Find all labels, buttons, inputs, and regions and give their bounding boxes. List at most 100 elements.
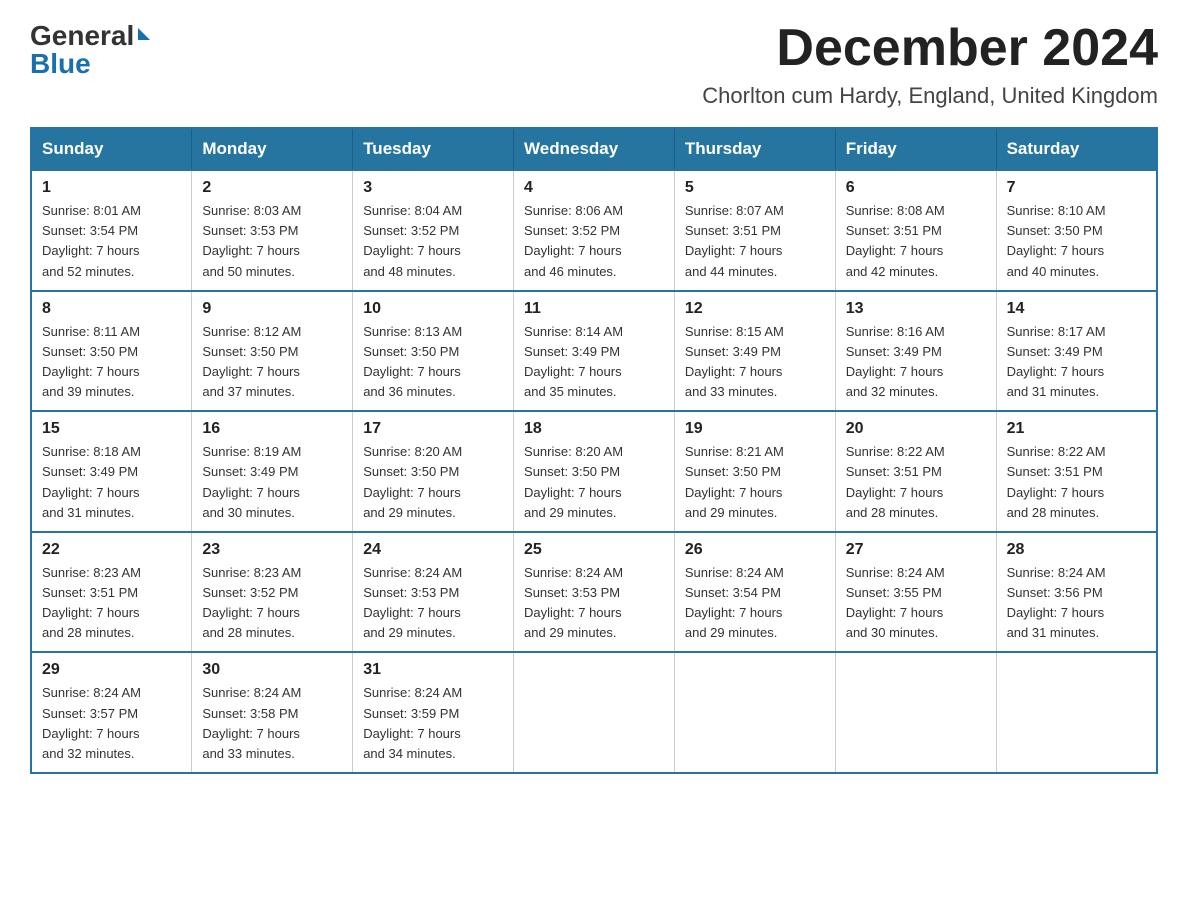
calendar-cell: 16 Sunrise: 8:19 AMSunset: 3:49 PMDayligh…	[192, 411, 353, 532]
calendar-cell: 6 Sunrise: 8:08 AMSunset: 3:51 PMDaylight…	[835, 170, 996, 291]
calendar-cell: 4 Sunrise: 8:06 AMSunset: 3:52 PMDaylight…	[514, 170, 675, 291]
day-number: 31	[363, 661, 503, 679]
calendar-cell: 27Sunrise: 8:24 AMSunset: 3:55 PMDayligh…	[835, 532, 996, 653]
day-number: 23	[202, 541, 342, 559]
day-number: 8	[42, 300, 181, 318]
day-number: 22	[42, 541, 181, 559]
day-number: 10	[363, 300, 503, 318]
day-number: 15	[42, 420, 181, 438]
day-info: Sunrise: 8:06 AMSunset: 3:52 PMDaylight:…	[524, 201, 664, 282]
calendar-cell: 14 Sunrise: 8:17 AMSunset: 3:49 PMDayligh…	[996, 291, 1157, 412]
day-number: 2	[202, 179, 342, 197]
day-number: 3	[363, 179, 503, 197]
day-info: Sunrise: 8:01 AMSunset: 3:54 PMDaylight:…	[42, 201, 181, 282]
day-info: Sunrise: 8:16 AMSunset: 3:49 PMDaylight:…	[846, 322, 986, 403]
day-number: 26	[685, 541, 825, 559]
day-number: 27	[846, 541, 986, 559]
day-number: 18	[524, 420, 664, 438]
calendar-cell: 13 Sunrise: 8:16 AMSunset: 3:49 PMDayligh…	[835, 291, 996, 412]
day-number: 16	[202, 420, 342, 438]
day-info: Sunrise: 8:20 AMSunset: 3:50 PMDaylight:…	[363, 442, 503, 523]
day-number: 7	[1007, 179, 1146, 197]
day-number: 4	[524, 179, 664, 197]
calendar-cell	[996, 652, 1157, 773]
column-header-saturday: Saturday	[996, 128, 1157, 170]
calendar-cell: 20Sunrise: 8:22 AMSunset: 3:51 PMDayligh…	[835, 411, 996, 532]
column-header-thursday: Thursday	[674, 128, 835, 170]
day-number: 5	[685, 179, 825, 197]
column-header-tuesday: Tuesday	[353, 128, 514, 170]
logo-triangle-icon	[138, 28, 150, 40]
day-number: 6	[846, 179, 986, 197]
day-number: 17	[363, 420, 503, 438]
calendar-cell	[835, 652, 996, 773]
calendar-cell: 7Sunrise: 8:10 AMSunset: 3:50 PMDaylight…	[996, 170, 1157, 291]
calendar-cell: 18 Sunrise: 8:20 AMSunset: 3:50 PMDayligh…	[514, 411, 675, 532]
day-info: Sunrise: 8:21 AMSunset: 3:50 PMDaylight:…	[685, 442, 825, 523]
calendar-cell: 19 Sunrise: 8:21 AMSunset: 3:50 PMDayligh…	[674, 411, 835, 532]
day-number: 24	[363, 541, 503, 559]
day-info: Sunrise: 8:08 AMSunset: 3:51 PMDaylight:…	[846, 201, 986, 282]
day-info: Sunrise: 8:24 AMSunset: 3:59 PMDaylight:…	[363, 683, 503, 764]
day-info: Sunrise: 8:24 AMSunset: 3:58 PMDaylight:…	[202, 683, 342, 764]
calendar-cell: 8 Sunrise: 8:11 AMSunset: 3:50 PMDaylight…	[31, 291, 192, 412]
calendar-cell: 23Sunrise: 8:23 AMSunset: 3:52 PMDayligh…	[192, 532, 353, 653]
title-area: December 2024 Chorlton cum Hardy, Englan…	[702, 20, 1158, 109]
calendar-header-row: SundayMondayTuesdayWednesdayThursdayFrid…	[31, 128, 1157, 170]
day-info: Sunrise: 8:20 AMSunset: 3:50 PMDaylight:…	[524, 442, 664, 523]
calendar-cell: 31 Sunrise: 8:24 AMSunset: 3:59 PMDayligh…	[353, 652, 514, 773]
calendar-week-row: 8 Sunrise: 8:11 AMSunset: 3:50 PMDaylight…	[31, 291, 1157, 412]
calendar-cell: 12Sunrise: 8:15 AMSunset: 3:49 PMDayligh…	[674, 291, 835, 412]
day-info: Sunrise: 8:19 AMSunset: 3:49 PMDaylight:…	[202, 442, 342, 523]
day-info: Sunrise: 8:15 AMSunset: 3:49 PMDaylight:…	[685, 322, 825, 403]
calendar-cell: 9Sunrise: 8:12 AMSunset: 3:50 PMDaylight…	[192, 291, 353, 412]
calendar-cell: 29 Sunrise: 8:24 AMSunset: 3:57 PMDayligh…	[31, 652, 192, 773]
day-info: Sunrise: 8:14 AMSunset: 3:49 PMDaylight:…	[524, 322, 664, 403]
day-number: 30	[202, 661, 342, 679]
calendar-cell: 10 Sunrise: 8:13 AMSunset: 3:50 PMDayligh…	[353, 291, 514, 412]
calendar-cell: 5 Sunrise: 8:07 AMSunset: 3:51 PMDaylight…	[674, 170, 835, 291]
location-subtitle: Chorlton cum Hardy, England, United King…	[702, 83, 1158, 109]
day-info: Sunrise: 8:24 AMSunset: 3:57 PMDaylight:…	[42, 683, 181, 764]
day-info: Sunrise: 8:11 AMSunset: 3:50 PMDaylight:…	[42, 322, 181, 403]
calendar-cell: 28Sunrise: 8:24 AMSunset: 3:56 PMDayligh…	[996, 532, 1157, 653]
day-info: Sunrise: 8:24 AMSunset: 3:54 PMDaylight:…	[685, 563, 825, 644]
calendar-cell: 17 Sunrise: 8:20 AMSunset: 3:50 PMDayligh…	[353, 411, 514, 532]
calendar-week-row: 22 Sunrise: 8:23 AMSunset: 3:51 PMDayligh…	[31, 532, 1157, 653]
day-info: Sunrise: 8:04 AMSunset: 3:52 PMDaylight:…	[363, 201, 503, 282]
day-number: 14	[1007, 300, 1146, 318]
day-number: 20	[846, 420, 986, 438]
day-info: Sunrise: 8:13 AMSunset: 3:50 PMDaylight:…	[363, 322, 503, 403]
day-info: Sunrise: 8:17 AMSunset: 3:49 PMDaylight:…	[1007, 322, 1146, 403]
calendar-cell: 24 Sunrise: 8:24 AMSunset: 3:53 PMDayligh…	[353, 532, 514, 653]
calendar-cell: 2 Sunrise: 8:03 AMSunset: 3:53 PMDaylight…	[192, 170, 353, 291]
column-header-wednesday: Wednesday	[514, 128, 675, 170]
day-info: Sunrise: 8:03 AMSunset: 3:53 PMDaylight:…	[202, 201, 342, 282]
column-header-friday: Friday	[835, 128, 996, 170]
calendar-week-row: 29 Sunrise: 8:24 AMSunset: 3:57 PMDayligh…	[31, 652, 1157, 773]
calendar-cell: 25Sunrise: 8:24 AMSunset: 3:53 PMDayligh…	[514, 532, 675, 653]
calendar-cell: 22 Sunrise: 8:23 AMSunset: 3:51 PMDayligh…	[31, 532, 192, 653]
column-header-sunday: Sunday	[31, 128, 192, 170]
day-number: 1	[42, 179, 181, 197]
calendar-week-row: 1 Sunrise: 8:01 AMSunset: 3:54 PMDaylight…	[31, 170, 1157, 291]
day-number: 21	[1007, 420, 1146, 438]
day-info: Sunrise: 8:23 AMSunset: 3:51 PMDaylight:…	[42, 563, 181, 644]
calendar-cell	[674, 652, 835, 773]
logo-blue-text: Blue	[30, 48, 91, 80]
day-info: Sunrise: 8:12 AMSunset: 3:50 PMDaylight:…	[202, 322, 342, 403]
header: General Blue December 2024 Chorlton cum …	[30, 20, 1158, 109]
calendar-cell: 1 Sunrise: 8:01 AMSunset: 3:54 PMDaylight…	[31, 170, 192, 291]
calendar-cell	[514, 652, 675, 773]
calendar-cell: 15Sunrise: 8:18 AMSunset: 3:49 PMDayligh…	[31, 411, 192, 532]
day-info: Sunrise: 8:24 AMSunset: 3:53 PMDaylight:…	[524, 563, 664, 644]
day-info: Sunrise: 8:07 AMSunset: 3:51 PMDaylight:…	[685, 201, 825, 282]
day-info: Sunrise: 8:24 AMSunset: 3:56 PMDaylight:…	[1007, 563, 1146, 644]
day-number: 13	[846, 300, 986, 318]
day-number: 29	[42, 661, 181, 679]
day-number: 19	[685, 420, 825, 438]
logo: General Blue	[30, 20, 150, 80]
day-number: 11	[524, 300, 664, 318]
calendar-table: SundayMondayTuesdayWednesdayThursdayFrid…	[30, 127, 1158, 774]
day-info: Sunrise: 8:24 AMSunset: 3:53 PMDaylight:…	[363, 563, 503, 644]
